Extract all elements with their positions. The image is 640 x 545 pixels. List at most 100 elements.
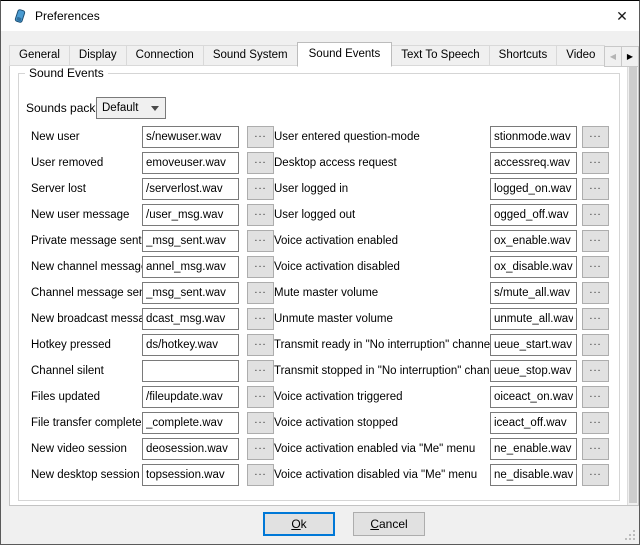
- browse-button[interactable]: ...: [582, 230, 609, 252]
- event-label-voice-activation-triggered: Voice activation triggered: [274, 391, 490, 403]
- ok-button[interactable]: Ok: [263, 512, 335, 536]
- event-label-files-updated: Files updated: [31, 391, 142, 403]
- sound-file-input[interactable]: [142, 126, 239, 148]
- sound-file-input[interactable]: [490, 438, 577, 460]
- event-label-new-user: New user: [31, 131, 142, 143]
- browse-button[interactable]: ...: [247, 230, 274, 252]
- sounds-pack-value: Default: [97, 102, 151, 114]
- sound-event-row: Voice activation stopped...: [274, 410, 609, 436]
- sound-event-row: Desktop access request...: [274, 150, 609, 176]
- sound-file-input[interactable]: [142, 464, 239, 486]
- browse-button[interactable]: ...: [582, 152, 609, 174]
- browse-button[interactable]: ...: [582, 308, 609, 330]
- browse-button[interactable]: ...: [247, 438, 274, 460]
- scrollbar-thumb[interactable]: [629, 67, 637, 503]
- sound-file-input[interactable]: [490, 204, 577, 226]
- events-column-left: New user...User removed...Server lost...…: [31, 124, 274, 488]
- sound-file-input[interactable]: [490, 308, 577, 330]
- browse-button[interactable]: ...: [247, 256, 274, 278]
- cancel-button[interactable]: Cancel: [353, 512, 425, 536]
- sound-file-input[interactable]: [490, 464, 577, 486]
- sound-file-input[interactable]: [490, 282, 577, 304]
- browse-button[interactable]: ...: [582, 256, 609, 278]
- sound-file-input[interactable]: [490, 386, 577, 408]
- sound-file-input[interactable]: [490, 412, 577, 434]
- browse-button[interactable]: ...: [247, 360, 274, 382]
- sound-file-input[interactable]: [490, 334, 577, 356]
- event-label-file-transfer-complete: File transfer complete: [31, 417, 142, 429]
- sound-file-input[interactable]: [142, 256, 239, 278]
- sound-event-row: File transfer complete...: [31, 410, 274, 436]
- sound-file-input[interactable]: [142, 178, 239, 200]
- sound-event-row: New user message...: [31, 202, 274, 228]
- browse-button[interactable]: ...: [582, 126, 609, 148]
- tab-connection[interactable]: Connection: [126, 45, 204, 66]
- event-label-user-entered-question-mode: User entered question-mode: [274, 131, 490, 143]
- browse-button[interactable]: ...: [247, 386, 274, 408]
- sound-file-input[interactable]: [142, 282, 239, 304]
- sound-file-input[interactable]: [142, 386, 239, 408]
- browse-button[interactable]: ...: [582, 334, 609, 356]
- tab-sound-events[interactable]: Sound Events: [297, 42, 393, 67]
- sound-event-row: Channel message sent...: [31, 280, 274, 306]
- sound-event-row: Channel silent...: [31, 358, 274, 384]
- browse-button[interactable]: ...: [247, 126, 274, 148]
- event-label-voice-activation-disabled-via-me-menu: Voice activation disabled via "Me" menu: [274, 469, 490, 481]
- sound-event-row: Transmit ready in "No interruption" chan…: [274, 332, 609, 358]
- sound-file-input[interactable]: [490, 178, 577, 200]
- app-icon: [12, 8, 28, 25]
- browse-button[interactable]: ...: [247, 204, 274, 226]
- browse-button[interactable]: ...: [582, 386, 609, 408]
- sounds-pack-select[interactable]: Default: [96, 97, 166, 119]
- browse-button[interactable]: ...: [247, 464, 274, 486]
- sound-file-input[interactable]: [490, 360, 577, 382]
- tab-text-to-speech[interactable]: Text To Speech: [391, 45, 489, 66]
- sound-file-input[interactable]: [490, 256, 577, 278]
- sound-file-input[interactable]: [142, 230, 239, 252]
- sound-event-row: Voice activation enabled...: [274, 228, 609, 254]
- sound-file-input[interactable]: [142, 308, 239, 330]
- sound-event-row: Unmute master volume...: [274, 306, 609, 332]
- tab-video[interactable]: Video: [556, 45, 605, 66]
- sound-file-input[interactable]: [490, 126, 577, 148]
- sound-file-input[interactable]: [142, 412, 239, 434]
- sound-file-input[interactable]: [142, 334, 239, 356]
- browse-button[interactable]: ...: [247, 308, 274, 330]
- tab-scroll-right-button[interactable]: ▶: [621, 46, 639, 67]
- browse-button[interactable]: ...: [582, 178, 609, 200]
- sound-event-row: Voice activation triggered...: [274, 384, 609, 410]
- event-label-voice-activation-enabled-via-me-menu: Voice activation enabled via "Me" menu: [274, 443, 490, 455]
- event-label-mute-master-volume: Mute master volume: [274, 287, 490, 299]
- groupbox-title: Sound Events: [25, 66, 108, 80]
- sound-event-row: New broadcast message...: [31, 306, 274, 332]
- browse-button[interactable]: ...: [582, 438, 609, 460]
- vertical-scrollbar[interactable]: [627, 66, 638, 505]
- tab-shortcuts[interactable]: Shortcuts: [489, 45, 558, 66]
- close-button[interactable]: ✕: [607, 4, 637, 28]
- sound-event-row: Files updated...: [31, 384, 274, 410]
- browse-button[interactable]: ...: [582, 412, 609, 434]
- resize-grip[interactable]: [625, 530, 636, 541]
- sound-file-input[interactable]: [142, 360, 239, 382]
- sound-file-input[interactable]: [142, 438, 239, 460]
- browse-button[interactable]: ...: [247, 412, 274, 434]
- tab-scroll-left-button[interactable]: ◀: [604, 46, 622, 67]
- browse-button[interactable]: ...: [582, 204, 609, 226]
- tab-general[interactable]: General: [9, 45, 70, 66]
- browse-button[interactable]: ...: [582, 360, 609, 382]
- sound-file-input[interactable]: [142, 204, 239, 226]
- browse-button[interactable]: ...: [247, 178, 274, 200]
- browse-button[interactable]: ...: [582, 282, 609, 304]
- browse-button[interactable]: ...: [247, 334, 274, 356]
- browse-button[interactable]: ...: [247, 282, 274, 304]
- event-label-voice-activation-enabled: Voice activation enabled: [274, 235, 490, 247]
- event-label-new-video-session: New video session: [31, 443, 142, 455]
- tab-sound-system[interactable]: Sound System: [203, 45, 298, 66]
- sound-file-input[interactable]: [142, 152, 239, 174]
- sound-file-input[interactable]: [490, 152, 577, 174]
- browse-button[interactable]: ...: [582, 464, 609, 486]
- browse-button[interactable]: ...: [247, 152, 274, 174]
- sound-file-input[interactable]: [490, 230, 577, 252]
- sound-event-row: New channel message...: [31, 254, 274, 280]
- tab-display[interactable]: Display: [69, 45, 127, 66]
